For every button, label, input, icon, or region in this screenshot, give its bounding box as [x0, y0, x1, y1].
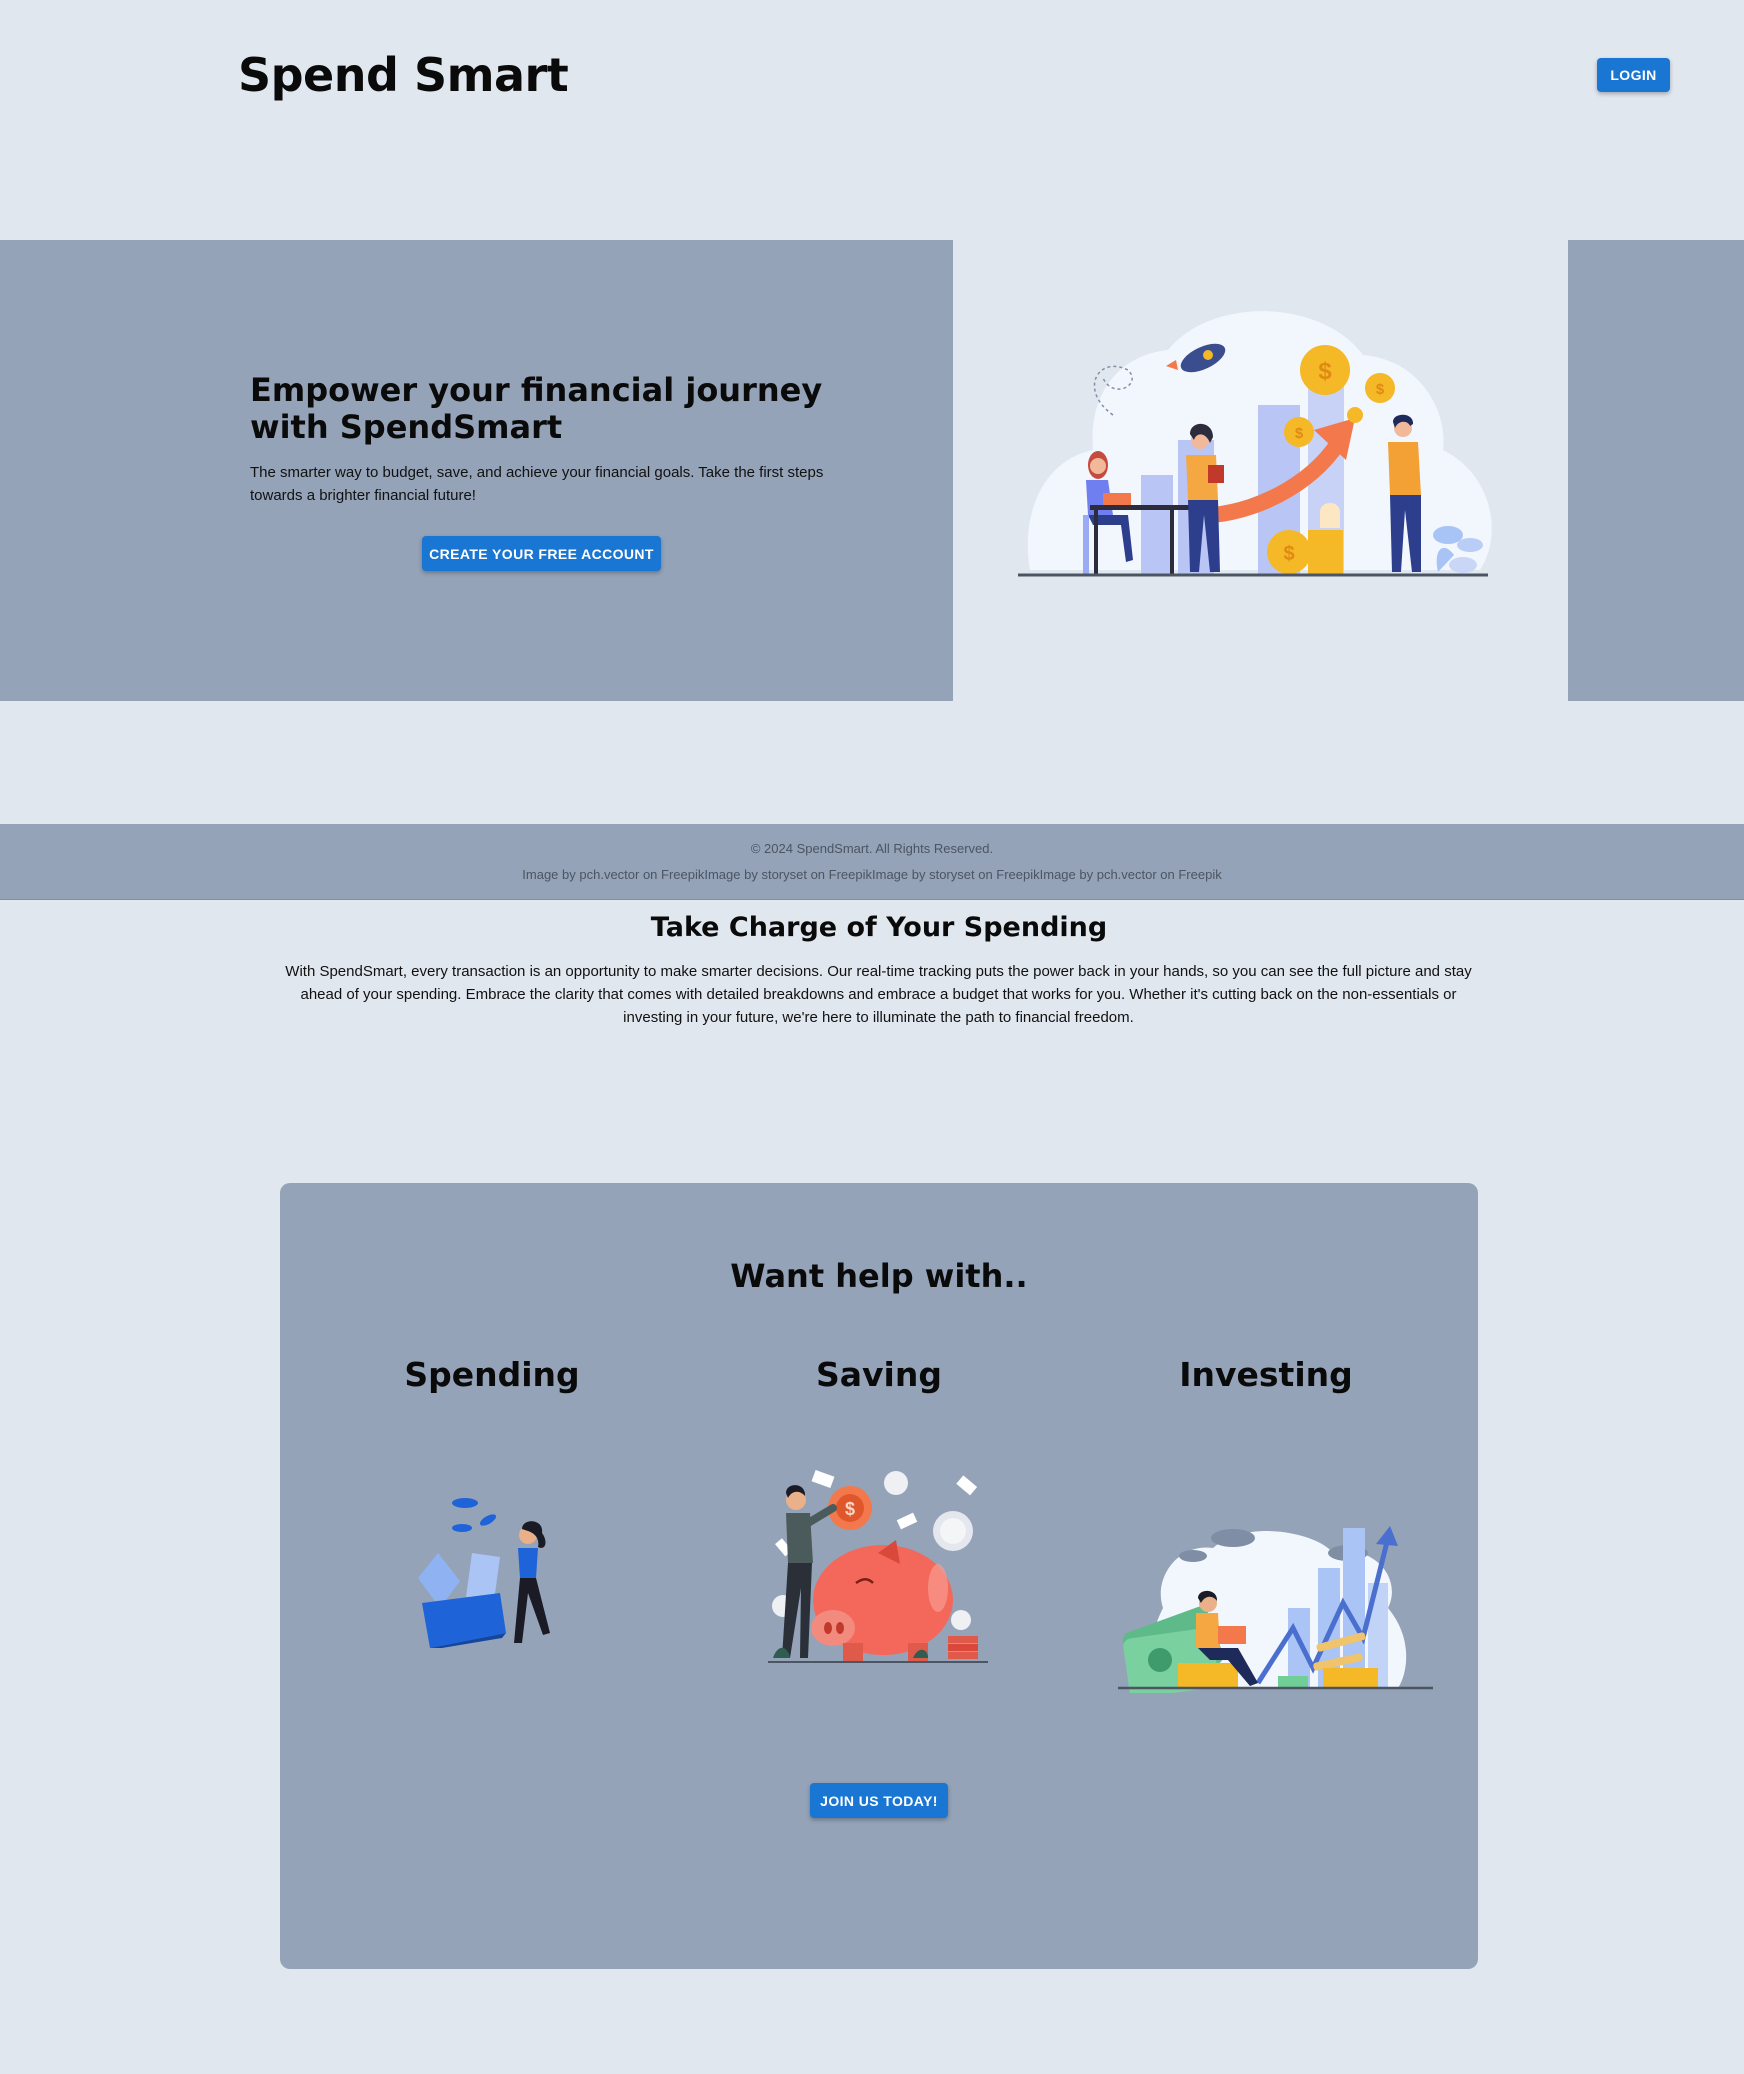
saving-title: Saving [816, 1355, 942, 1394]
investing-title: Investing [1179, 1355, 1353, 1394]
brand-logo-text: Spend Smart [238, 48, 569, 102]
intro-body: With SpendSmart, every transaction is an… [285, 963, 1472, 1026]
wallet-illustration-icon [418, 1498, 550, 1648]
site-footer: © 2024 SpendSmart. All Rights Reserved. … [0, 824, 1744, 900]
spending-title: Spending [404, 1355, 580, 1394]
svg-text:$: $ [1376, 381, 1385, 398]
piggy-bank-illustration-icon: $ [768, 1469, 988, 1663]
svg-text:$: $ [1318, 358, 1332, 385]
hero-side-panel [1568, 240, 1744, 701]
footer-copyright: © 2024 SpendSmart. All Rights Reserved. [750, 841, 994, 856]
svg-text:$: $ [1283, 543, 1294, 565]
help-title: Want help with.. [730, 1257, 1028, 1295]
create-account-button[interactable]: CREATE YOUR FREE ACCOUNT [422, 536, 661, 571]
financial-growth-illustration-icon: $ $ $ $ [1018, 311, 1492, 577]
help-card: Want help with.. Spending Saving Investi… [280, 1183, 1478, 1969]
footer-image-credits: Image by pch.vector on FreepikImage by s… [522, 867, 1222, 882]
login-button[interactable]: LOGIN [1597, 58, 1670, 92]
investment-chart-illustration-icon [1118, 1526, 1433, 1693]
join-us-button[interactable]: JOIN US TODAY! [810, 1783, 948, 1818]
svg-text:$: $ [1295, 425, 1304, 442]
hero-title: Empower your financial journey with Spen… [250, 371, 823, 446]
hero-subtitle: The smarter way to budget, save, and ach… [250, 464, 824, 504]
intro-title: Take Charge of Your Spending [650, 912, 1108, 943]
svg-text:$: $ [845, 1499, 855, 1519]
